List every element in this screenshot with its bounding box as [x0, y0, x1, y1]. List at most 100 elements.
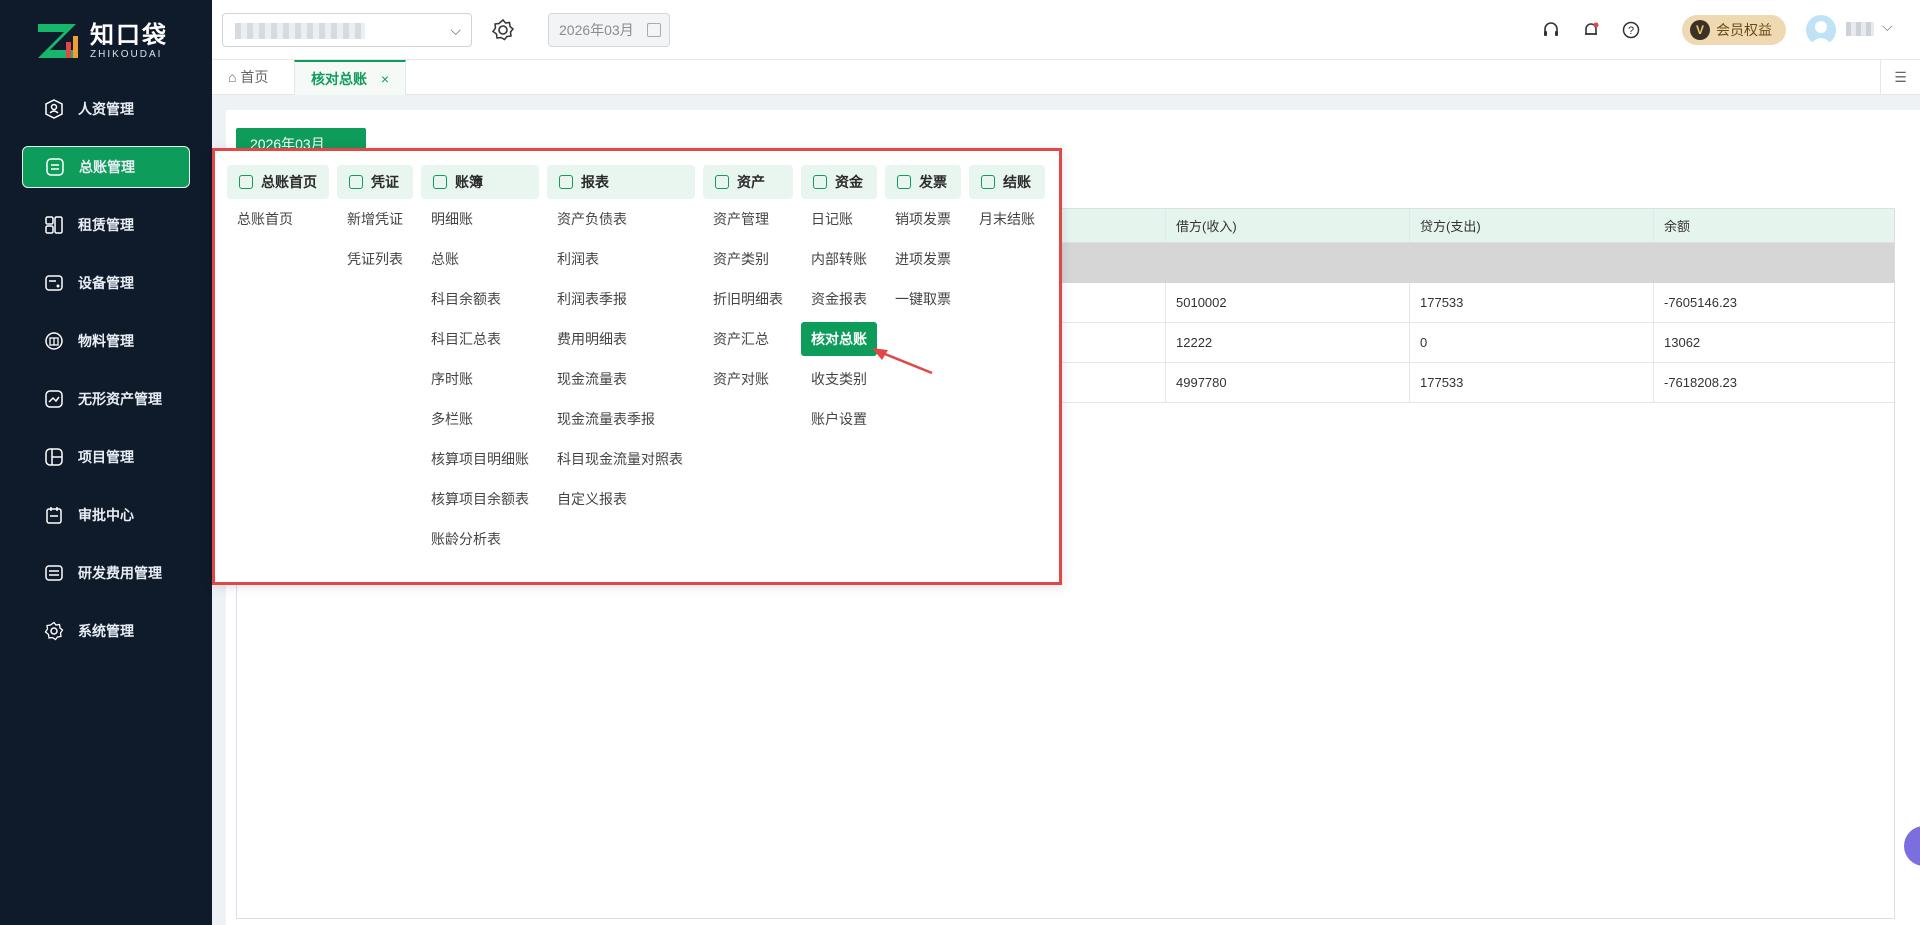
cell-credit: 0	[1409, 323, 1653, 362]
period-date-value: 2026年03月	[559, 22, 634, 38]
cell-debit: 5010002	[1165, 283, 1409, 322]
menu-item[interactable]: 资产类别	[703, 239, 793, 279]
menu-item[interactable]: 收支类别	[801, 359, 877, 399]
sidebar-menu: 人资管理 总账管理 租赁管理 设备管理 物料管理 无形资产管理 项目管理 审批中…	[22, 88, 190, 668]
sidebar-item-label: 无形资产管理	[78, 391, 162, 407]
period-date-field[interactable]: 2026年03月	[548, 13, 670, 47]
menu-head-voucher[interactable]: 凭证	[337, 165, 413, 199]
tab-list-icon[interactable]: ☰	[1880, 60, 1920, 95]
menu-head-label: 发票	[919, 174, 947, 190]
menu-item[interactable]: 科目现金流量对照表	[547, 439, 695, 479]
sidebar-item-rd[interactable]: 研发费用管理	[22, 552, 190, 594]
project-icon	[42, 445, 66, 469]
menu-head-reports[interactable]: 报表	[547, 165, 695, 199]
vip-badge-icon: V	[1690, 20, 1710, 40]
menu-item[interactable]: 内部转账	[801, 239, 877, 279]
menu-item[interactable]: 进项发票	[885, 239, 961, 279]
home-ledger-icon	[239, 175, 253, 189]
menu-column-invoice: 发票 销项发票 进项发票 一键取票	[885, 165, 961, 319]
column-header-balance: 余额	[1653, 209, 1896, 242]
intangible-asset-icon	[42, 387, 66, 411]
menu-item[interactable]: 凭证列表	[337, 239, 413, 279]
menu-item[interactable]: 账户设置	[801, 399, 877, 439]
menu-item[interactable]: 总账首页	[227, 199, 329, 239]
menu-item[interactable]: 多栏账	[421, 399, 539, 439]
menu-item[interactable]: 核算项目余额表	[421, 479, 539, 519]
menu-item-reconcile-ledger-active[interactable]: 核对总账	[801, 322, 877, 356]
logo[interactable]: 知口袋 ZHIKOUDAI	[36, 20, 168, 62]
menu-column-books: 账簿 明细账 总账 科目余额表 科目汇总表 序时账 多栏账 核算项目明细账 核算…	[421, 165, 539, 559]
sidebar-item-label: 租赁管理	[78, 217, 134, 233]
sidebar-item-ledger[interactable]: 总账管理	[22, 146, 190, 188]
cell-debit: 4997780	[1165, 363, 1409, 402]
menu-column-assets: 资产 资产管理 资产类别 折旧明细表 资产汇总 资产对账	[703, 165, 793, 399]
sidebar-item-device[interactable]: 设备管理	[22, 262, 190, 304]
menu-item[interactable]: 核算项目明细账	[421, 439, 539, 479]
company-select[interactable]: ⌵	[222, 13, 472, 47]
menu-head-checkout[interactable]: 结账	[969, 165, 1045, 199]
menu-item[interactable]: 自定义报表	[547, 479, 695, 519]
menu-item[interactable]: 科目汇总表	[421, 319, 539, 359]
menu-item[interactable]: 利润表季报	[547, 279, 695, 319]
menu-head-invoice[interactable]: 发票	[885, 165, 961, 199]
menu-item[interactable]: 日记账	[801, 199, 877, 239]
rd-expense-icon	[42, 561, 66, 585]
username-redacted[interactable]	[1846, 22, 1874, 36]
menu-item[interactable]: 新增凭证	[337, 199, 413, 239]
settings-gear-icon[interactable]	[490, 17, 516, 43]
sidebar: 知口袋 ZHIKOUDAI 人资管理 总账管理 租赁管理 设备管理 物料管理 无…	[0, 0, 212, 925]
menu-item[interactable]: 序时账	[421, 359, 539, 399]
calendar-icon	[647, 23, 661, 37]
sidebar-item-rental[interactable]: 租赁管理	[22, 204, 190, 246]
avatar[interactable]	[1806, 15, 1836, 45]
sidebar-item-project[interactable]: 项目管理	[22, 436, 190, 478]
menu-item[interactable]: 总账	[421, 239, 539, 279]
sidebar-item-label: 项目管理	[78, 449, 134, 465]
menu-item[interactable]: 利润表	[547, 239, 695, 279]
vip-benefits-button[interactable]: V 会员权益	[1682, 15, 1786, 45]
menu-item[interactable]: 资产汇总	[703, 319, 793, 359]
menu-item[interactable]: 销项发票	[885, 199, 961, 239]
menu-item[interactable]: 资金报表	[801, 279, 877, 319]
chevron-down-icon[interactable]: ⌵	[1882, 18, 1893, 35]
headset-icon[interactable]	[1538, 17, 1564, 43]
invoice-icon	[897, 175, 911, 189]
menu-item[interactable]: 资产对账	[703, 359, 793, 399]
menu-head-home[interactable]: 总账首页	[227, 165, 329, 199]
tab-reconcile-ledger[interactable]: 核对总账 ×	[294, 60, 406, 95]
menu-head-label: 结账	[1003, 174, 1031, 190]
help-icon[interactable]: ?	[1618, 17, 1644, 43]
menu-item[interactable]: 资产管理	[703, 199, 793, 239]
logo-cn-text: 知口袋	[90, 21, 168, 49]
menu-head-label: 报表	[581, 174, 609, 190]
logo-en-text: ZHIKOUDAI	[90, 48, 163, 60]
menu-item[interactable]: 明细账	[421, 199, 539, 239]
column-header-credit: 贷方(支出)	[1409, 209, 1653, 242]
bell-icon[interactable]	[1578, 17, 1604, 43]
menu-head-funds[interactable]: 资金	[801, 165, 877, 199]
menu-head-books[interactable]: 账簿	[421, 165, 539, 199]
menu-item[interactable]: 现金流量表	[547, 359, 695, 399]
fund-icon	[813, 175, 827, 189]
menu-item[interactable]: 科目余额表	[421, 279, 539, 319]
sidebar-item-intangible[interactable]: 无形资产管理	[22, 378, 190, 420]
menu-item[interactable]: 现金流量表季报	[547, 399, 695, 439]
menu-item[interactable]: 月末结账	[969, 199, 1045, 239]
sidebar-item-approval[interactable]: 审批中心	[22, 494, 190, 536]
sidebar-item-material[interactable]: 物料管理	[22, 320, 190, 362]
close-icon[interactable]: ×	[381, 62, 389, 97]
approval-icon	[42, 503, 66, 527]
menu-item[interactable]: 一键取票	[885, 279, 961, 319]
menu-item[interactable]: 费用明细表	[547, 319, 695, 359]
tab-home[interactable]: ⌂ 首页	[228, 60, 268, 95]
sidebar-item-hr[interactable]: 人资管理	[22, 88, 190, 130]
menu-item[interactable]: 折旧明细表	[703, 279, 793, 319]
menu-item[interactable]: 账龄分析表	[421, 519, 539, 559]
voucher-icon	[349, 175, 363, 189]
home-icon: ⌂	[228, 69, 237, 85]
menu-item[interactable]: 资产负债表	[547, 199, 695, 239]
menu-head-assets[interactable]: 资产	[703, 165, 793, 199]
sidebar-item-system[interactable]: 系统管理	[22, 610, 190, 652]
sidebar-item-label: 研发费用管理	[78, 565, 162, 581]
cell-balance: 13062	[1653, 323, 1896, 362]
